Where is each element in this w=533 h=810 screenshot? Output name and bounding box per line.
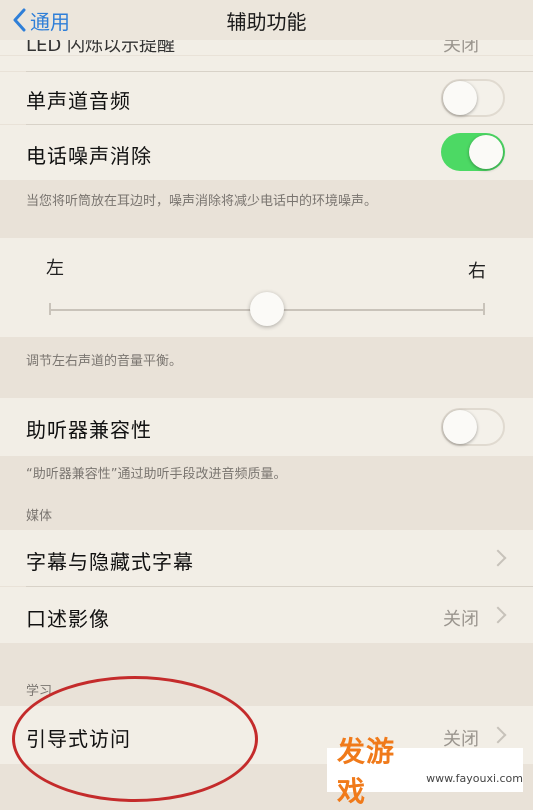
- media-section-header: 媒体: [26, 509, 53, 524]
- noise-cancellation-toggle[interactable]: [441, 133, 505, 171]
- audio-description-value: 关闭: [443, 609, 479, 630]
- toggle-knob: [469, 135, 503, 169]
- noise-cancellation-label: 电话噪声消除: [26, 144, 152, 168]
- chevron-right-icon: [489, 549, 507, 567]
- noise-cancellation-row[interactable]: 电话噪声消除: [0, 125, 533, 180]
- toggle-knob: [443, 410, 477, 444]
- balance-footer: 调节左右声道的音量平衡。: [26, 354, 183, 369]
- subtitles-label: 字幕与隐藏式字幕: [26, 550, 194, 574]
- page-title: 辅助功能: [226, 10, 307, 34]
- mono-audio-row[interactable]: 单声道音频: [0, 72, 533, 124]
- hearing-aid-label: 助听器兼容性: [26, 418, 152, 442]
- watermark-logo-text: 发游戏: [337, 735, 396, 808]
- watermark: 发游戏 www.fayouxi.com: [327, 735, 523, 808]
- audio-description-row[interactable]: 口述影像 关闭: [0, 587, 533, 643]
- led-flash-value: 关闭: [443, 40, 479, 55]
- balance-slider-thumb[interactable]: [250, 292, 284, 326]
- watermark-url: www.fayouxi.com: [426, 771, 523, 785]
- hearing-aid-row[interactable]: 助听器兼容性: [0, 398, 533, 456]
- chevron-right-icon: [489, 606, 507, 624]
- mono-audio-toggle[interactable]: [441, 79, 505, 117]
- chevron-right-icon: [489, 726, 507, 744]
- balance-left-label: 左: [46, 258, 64, 279]
- mono-audio-label: 单声道音频: [26, 89, 131, 113]
- noise-cancellation-footer: 当您将听筒放在耳边时，噪声消除将减少电话中的环境噪声。: [26, 194, 378, 209]
- slider-tick-left: [49, 303, 51, 315]
- audio-description-label: 口述影像: [26, 607, 110, 631]
- row-spacer: [0, 56, 533, 71]
- hearing-aid-footer: “助听器兼容性”通过助听手段改进音频质量。: [26, 467, 287, 482]
- toggle-knob: [443, 81, 477, 115]
- led-flash-row[interactable]: LED 闪烁以示提醒 关闭: [0, 40, 533, 55]
- annotation-circle: [12, 676, 258, 802]
- hearing-aid-toggle[interactable]: [441, 408, 505, 446]
- slider-tick-right: [483, 303, 485, 315]
- balance-right-label: 右: [468, 261, 486, 282]
- led-flash-label: LED 闪烁以示提醒: [26, 40, 175, 55]
- subtitles-row[interactable]: 字幕与隐藏式字幕: [0, 530, 533, 586]
